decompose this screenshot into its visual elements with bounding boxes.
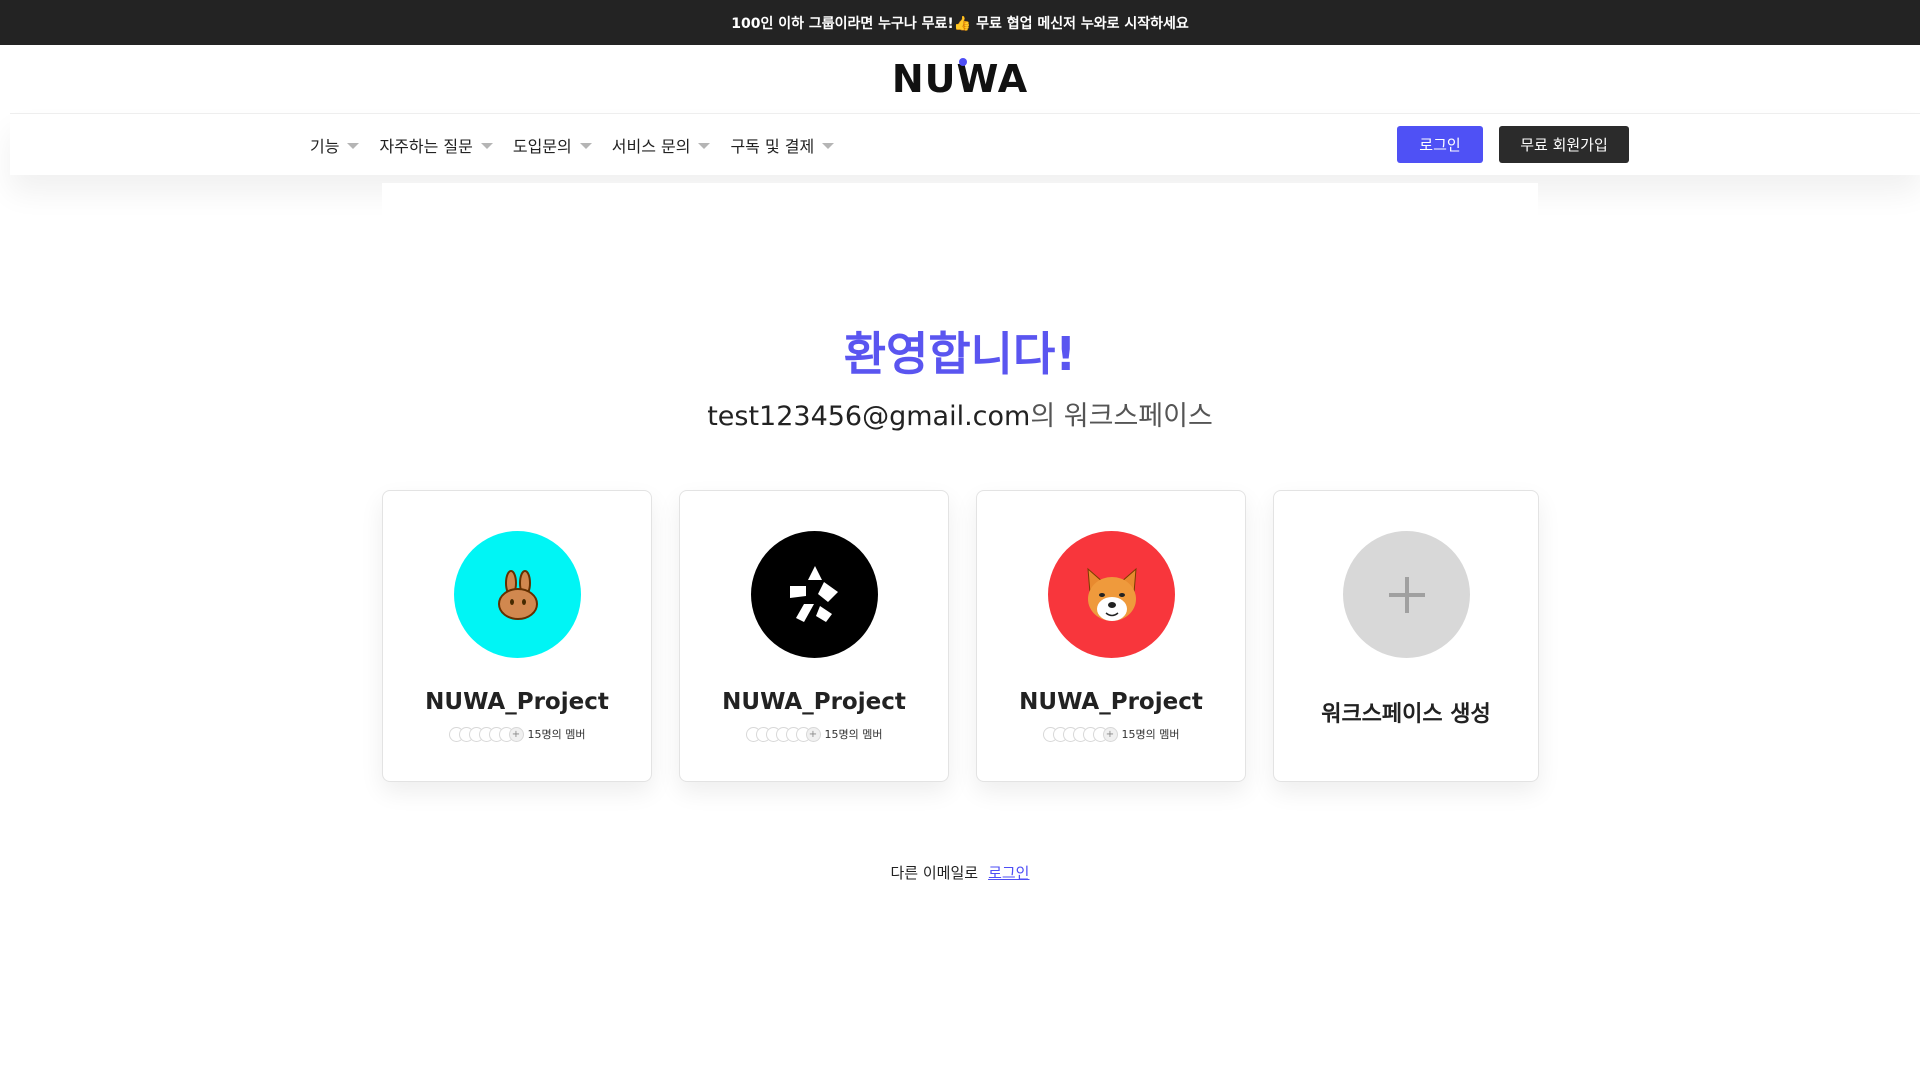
chevron-down-icon [579, 143, 592, 149]
signup-button[interactable]: 무료 회원가입 [1499, 126, 1629, 163]
chevron-down-icon [698, 143, 711, 149]
workspace-card[interactable]: NUWA_Project + 15명의 멤버 [679, 490, 949, 782]
quant-logo-icon [751, 531, 878, 658]
member-summary: + 15명의 멤버 [383, 726, 651, 742]
workspace-name: NUWA_Project [1019, 689, 1203, 715]
create-workspace-card[interactable]: 워크스페이스 생성 [1273, 490, 1539, 782]
nav-item-service-inquiry[interactable]: 서비스 문의 [612, 133, 711, 157]
subtitle-suffix: 의 워크스페이스 [1030, 401, 1213, 432]
pancake-bunny-icon [454, 531, 581, 658]
user-email: test123456@gmail.com [707, 401, 1031, 432]
plus-icon [1343, 531, 1470, 658]
create-workspace-label: 워크스페이스 생성 [1321, 702, 1491, 727]
workspace-card[interactable]: NUWA_Project + 15명의 멤버 [976, 490, 1246, 782]
member-summary: + 15명의 멤버 [977, 726, 1245, 742]
workspace-list: NUWA_Project + 15명의 멤버 NUWA_Project + 15… [382, 490, 1539, 782]
other-email-text: 다른 이메일로 [890, 864, 979, 882]
member-count: 15명의 멤버 [1121, 728, 1180, 741]
workspace-name: NUWA_Project [722, 689, 906, 715]
logo-accent: WA [956, 57, 1029, 101]
workspace-subtitle: test123456@gmail.com의 워크스페이스 [0, 394, 1920, 433]
more-members-icon: + [508, 726, 524, 742]
member-avatars: + [448, 726, 524, 742]
other-email-login: 다른 이메일로 로그인 [0, 862, 1920, 883]
more-members-icon: + [1102, 726, 1118, 742]
nav-item-adoption-inquiry[interactable]: 도입문의 [513, 133, 592, 157]
logo-row: NU WA [0, 45, 1920, 113]
member-avatars: + [1042, 726, 1118, 742]
nav-menu: 기능 자주하는 질문 도입문의 서비스 문의 구독 및 결제 [310, 114, 835, 176]
login-button[interactable]: 로그인 [1397, 126, 1483, 163]
announcement-bar: 100인 이하 그룹이라면 누구나 무료!👍 무료 협업 메신저 누와로 시작하… [0, 0, 1920, 45]
shiba-inu-icon [1048, 531, 1175, 658]
member-summary: + 15명의 멤버 [680, 726, 948, 742]
member-count: 15명의 멤버 [527, 728, 586, 741]
workspace-name: NUWA_Project [425, 689, 609, 715]
nav-item-subscription[interactable]: 구독 및 결제 [730, 133, 835, 157]
nuwa-logo[interactable]: NU WA [892, 57, 1029, 101]
nav-item-faq[interactable]: 자주하는 질문 [379, 133, 493, 157]
member-count: 15명의 멤버 [824, 728, 883, 741]
nav-item-features[interactable]: 기능 [310, 133, 360, 157]
member-avatars: + [745, 726, 821, 742]
chevron-down-icon [480, 143, 493, 149]
workspace-card[interactable]: NUWA_Project + 15명의 멤버 [382, 490, 652, 782]
chevron-down-icon [347, 143, 360, 149]
logo-dot [958, 58, 967, 66]
top-navigation: 기능 자주하는 질문 도입문의 서비스 문의 구독 및 결제 로그인 무료 회원… [10, 113, 1920, 175]
welcome-title: 환영합니다! [843, 327, 1077, 381]
more-members-icon: + [805, 726, 821, 742]
other-email-login-link[interactable]: 로그인 [988, 864, 1029, 882]
chevron-down-icon [822, 143, 835, 149]
announcement-text: 100인 이하 그룹이라면 누구나 무료!👍 무료 협업 메신저 누와로 시작하… [731, 15, 1189, 32]
